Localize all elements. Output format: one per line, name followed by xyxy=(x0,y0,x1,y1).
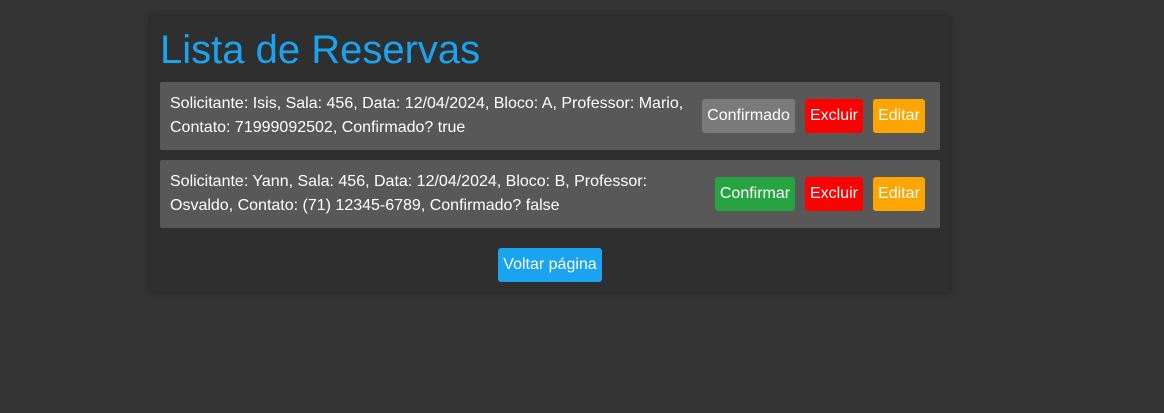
edit-button[interactable]: Editar xyxy=(873,99,925,133)
confirmed-button[interactable]: Confirmado xyxy=(702,99,795,133)
reservation-item: Solicitante: Yann, Sala: 456, Data: 12/0… xyxy=(160,160,940,228)
back-button[interactable]: Voltar página xyxy=(498,248,602,282)
delete-button[interactable]: Excluir xyxy=(805,177,863,211)
reservation-details: Solicitante: Yann, Sala: 456, Data: 12/0… xyxy=(170,173,648,214)
reservations-panel: Lista de Reservas Solicitante: Isis, Sal… xyxy=(150,16,950,292)
confirm-button[interactable]: Confirmar xyxy=(715,177,795,211)
reservation-details: Solicitante: Isis, Sala: 456, Data: 12/0… xyxy=(170,95,684,136)
page-title: Lista de Reservas xyxy=(160,28,481,72)
reservation-item: Solicitante: Isis, Sala: 456, Data: 12/0… xyxy=(160,82,940,150)
delete-button[interactable]: Excluir xyxy=(805,99,863,133)
edit-button[interactable]: Editar xyxy=(873,177,925,211)
